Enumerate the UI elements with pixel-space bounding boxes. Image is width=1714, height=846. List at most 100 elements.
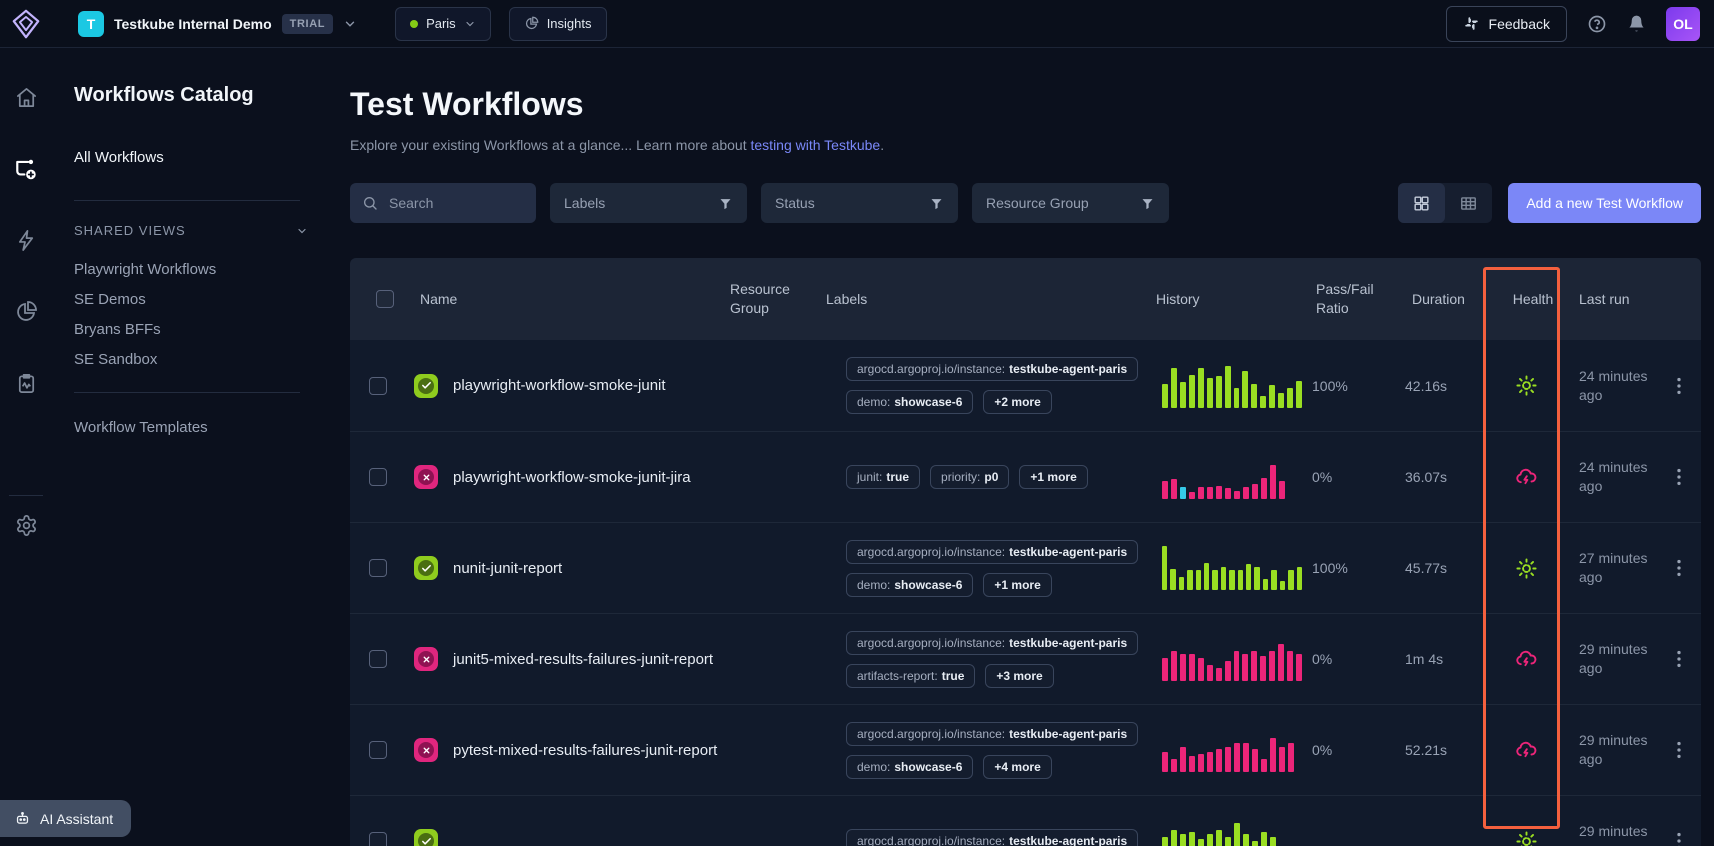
history-bar[interactable]: [1251, 651, 1257, 681]
history-bar[interactable]: [1246, 564, 1251, 590]
history-bar[interactable]: [1198, 754, 1204, 772]
history-bar[interactable]: [1180, 487, 1186, 499]
history-chart[interactable]: [1142, 819, 1302, 846]
history-bar[interactable]: [1270, 738, 1276, 772]
labels-filter[interactable]: Labels: [550, 183, 747, 223]
row-checkbox[interactable]: [369, 377, 387, 395]
ai-assistant-button[interactable]: AI Assistant: [0, 800, 131, 837]
history-bar[interactable]: [1171, 651, 1177, 681]
history-bar[interactable]: [1216, 376, 1222, 408]
history-bar[interactable]: [1180, 382, 1186, 408]
sidebar-item-workflow-templates[interactable]: Workflow Templates: [74, 419, 326, 436]
table-row[interactable]: nunit-junit-report argocd.argoproj.io/in…: [350, 522, 1701, 613]
history-bar[interactable]: [1278, 644, 1284, 681]
more-labels-pill[interactable]: +1 more: [983, 573, 1051, 597]
home-icon[interactable]: [15, 86, 38, 109]
more-labels-pill[interactable]: +3 more: [985, 664, 1053, 688]
history-bar[interactable]: [1171, 368, 1177, 408]
workflow-name[interactable]: nunit-junit-report: [453, 560, 562, 577]
history-bar[interactable]: [1261, 478, 1267, 499]
row-menu-button[interactable]: [1670, 739, 1688, 761]
reports-pie-icon[interactable]: [14, 300, 38, 324]
history-bar[interactable]: [1288, 743, 1294, 772]
history-bar[interactable]: [1180, 747, 1186, 772]
history-bar[interactable]: [1242, 654, 1248, 681]
insights-button[interactable]: Insights: [509, 7, 607, 41]
table-row[interactable]: playwright-workflow-smoke-junit argocd.a…: [350, 340, 1701, 431]
history-bar[interactable]: [1279, 481, 1285, 499]
more-labels-pill[interactable]: +1 more: [1019, 465, 1087, 489]
history-bar[interactable]: [1234, 823, 1240, 846]
label-pill[interactable]: argocd.argoproj.io/instance:testkube-age…: [846, 357, 1138, 381]
history-bar[interactable]: [1279, 747, 1285, 772]
history-bar[interactable]: [1162, 658, 1168, 681]
notifications-button[interactable]: [1627, 14, 1646, 33]
history-bar[interactable]: [1207, 665, 1213, 681]
history-bar[interactable]: [1189, 492, 1195, 499]
history-bar[interactable]: [1234, 743, 1240, 772]
table-row[interactable]: pytest-mixed-results-failures-junit-repo…: [350, 704, 1701, 795]
history-bar[interactable]: [1212, 570, 1217, 590]
table-row[interactable]: junit5-mixed-results-failures-junit-repo…: [350, 613, 1701, 704]
history-bar[interactable]: [1243, 487, 1249, 499]
history-bar[interactable]: [1229, 570, 1234, 590]
history-bar[interactable]: [1242, 371, 1248, 408]
help-button[interactable]: [1587, 14, 1607, 34]
row-checkbox[interactable]: [369, 832, 387, 846]
history-bar[interactable]: [1204, 563, 1209, 590]
table-view-button[interactable]: [1445, 183, 1492, 223]
label-pill[interactable]: argocd.argoproj.io/instance:testkube-age…: [846, 540, 1138, 564]
label-pill[interactable]: argocd.argoproj.io/instance:testkube-age…: [846, 631, 1138, 655]
history-bar[interactable]: [1180, 834, 1186, 846]
workflows-icon[interactable]: [14, 157, 38, 181]
history-bar[interactable]: [1162, 546, 1167, 590]
history-bar[interactable]: [1170, 569, 1175, 590]
status-filter[interactable]: Status: [761, 183, 958, 223]
history-bar[interactable]: [1238, 570, 1243, 590]
workflow-name[interactable]: playwright-workflow-smoke-junit: [453, 377, 666, 394]
history-bar[interactable]: [1207, 378, 1213, 408]
history-chart[interactable]: [1142, 546, 1302, 590]
history-bar[interactable]: [1198, 487, 1204, 499]
history-bar[interactable]: [1287, 388, 1293, 408]
history-bar[interactable]: [1179, 577, 1184, 590]
history-bar[interactable]: [1221, 567, 1226, 590]
history-bar[interactable]: [1216, 749, 1222, 772]
history-bar[interactable]: [1225, 837, 1231, 846]
settings-gear-icon[interactable]: [15, 514, 38, 537]
history-bar[interactable]: [1243, 834, 1249, 846]
org-switcher[interactable]: T Testkube Internal Demo TRIAL: [78, 11, 357, 37]
feedback-button[interactable]: Feedback: [1446, 6, 1567, 42]
history-bar[interactable]: [1269, 385, 1275, 408]
history-bar[interactable]: [1162, 481, 1168, 499]
history-bar[interactable]: [1270, 837, 1276, 846]
history-bar[interactable]: [1207, 752, 1213, 772]
search-box[interactable]: [350, 183, 536, 223]
history-bar[interactable]: [1187, 570, 1192, 590]
history-bar[interactable]: [1234, 491, 1240, 499]
history-bar[interactable]: [1225, 747, 1231, 772]
history-bar[interactable]: [1260, 396, 1266, 408]
history-bar[interactable]: [1261, 832, 1267, 846]
more-labels-pill[interactable]: +2 more: [983, 390, 1051, 414]
label-pill[interactable]: junit:true: [846, 465, 920, 489]
row-menu-button[interactable]: [1670, 375, 1688, 397]
history-bar[interactable]: [1225, 661, 1231, 681]
history-bar[interactable]: [1207, 834, 1213, 846]
history-bar[interactable]: [1254, 567, 1259, 590]
sidebar-item-playwright-workflows[interactable]: Playwright Workflows: [74, 254, 326, 284]
workflow-name[interactable]: playwright-workflow-smoke-junit-jira: [453, 469, 691, 486]
workflow-name[interactable]: pytest-mixed-results-failures-junit-repo…: [453, 742, 717, 759]
history-chart[interactable]: [1142, 637, 1302, 681]
history-bar[interactable]: [1260, 656, 1266, 681]
history-chart[interactable]: [1142, 455, 1302, 499]
row-menu-button[interactable]: [1670, 557, 1688, 579]
history-bar[interactable]: [1189, 654, 1195, 681]
history-bar[interactable]: [1216, 830, 1222, 846]
triggers-lightning-icon[interactable]: [15, 229, 38, 252]
history-bar[interactable]: [1271, 570, 1276, 590]
history-bar[interactable]: [1225, 366, 1231, 408]
history-bar[interactable]: [1225, 488, 1231, 499]
history-bar[interactable]: [1252, 841, 1258, 846]
history-bar[interactable]: [1216, 486, 1222, 499]
